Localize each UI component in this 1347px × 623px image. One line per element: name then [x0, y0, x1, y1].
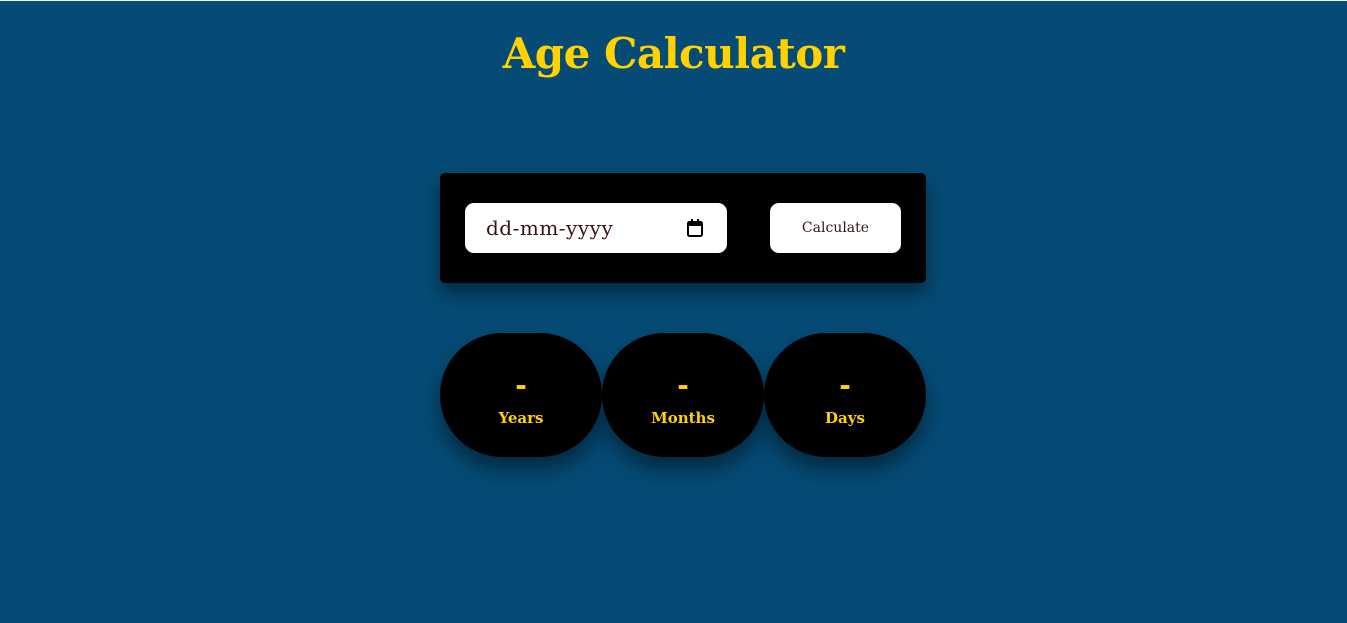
- calendar-icon[interactable]: [687, 219, 703, 237]
- days-result-card: - Days: [764, 333, 926, 457]
- page-title: Age Calculator: [502, 29, 845, 78]
- birth-date-input[interactable]: dd-mm-yyyy: [465, 203, 727, 253]
- years-label: Years: [498, 409, 544, 427]
- days-value: -: [839, 369, 851, 402]
- date-placeholder: dd-mm-yyyy: [486, 216, 614, 240]
- months-result-card: - Months: [602, 333, 764, 457]
- days-label: Days: [825, 409, 865, 427]
- top-border: [0, 0, 1347, 1]
- months-value: -: [677, 369, 689, 402]
- months-label: Months: [651, 409, 715, 427]
- years-value: -: [515, 369, 527, 402]
- calculate-button[interactable]: Calculate: [770, 203, 901, 253]
- years-result-card: - Years: [440, 333, 602, 457]
- date-form-panel: dd-mm-yyyy Calculate: [440, 173, 926, 283]
